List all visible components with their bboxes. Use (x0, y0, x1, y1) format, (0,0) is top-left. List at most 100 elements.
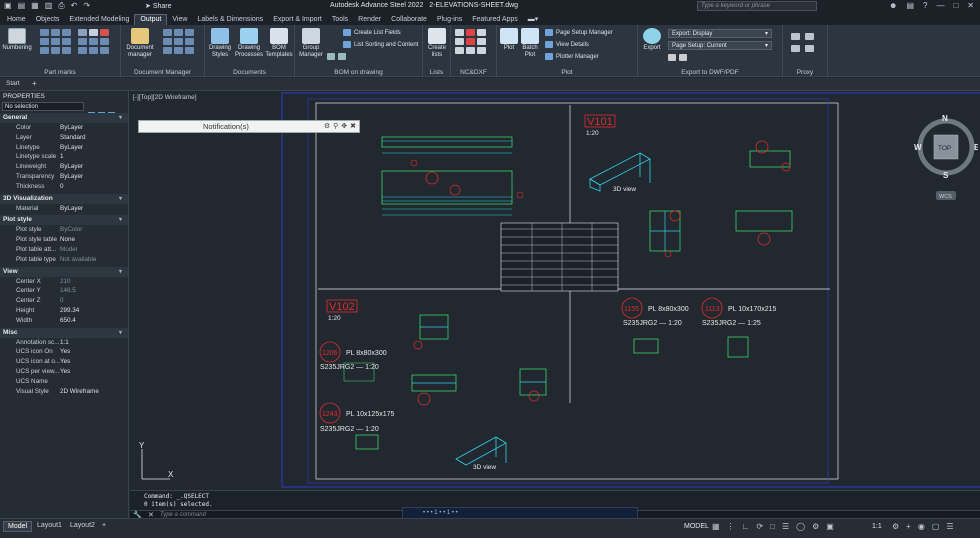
model-space-toggle[interactable]: MODEL (684, 523, 709, 530)
property-value[interactable]: Yes (60, 347, 70, 357)
property-value[interactable]: Model (60, 245, 77, 255)
tab-model[interactable]: Model (3, 521, 33, 532)
snap-icon[interactable]: ⋮ (727, 522, 735, 531)
close-icon[interactable]: ✖ (350, 122, 356, 130)
tab-tools[interactable]: Tools (327, 15, 353, 25)
tab-output[interactable]: Output (134, 14, 168, 25)
property-value[interactable]: 148.5 (60, 286, 76, 296)
group-manager-button[interactable]: Group Manager (297, 28, 325, 59)
numbering-button[interactable]: Numbering (2, 28, 32, 52)
share-button[interactable]: ➤ Share (145, 2, 172, 10)
start-tab[interactable]: Start (6, 80, 20, 87)
property-value[interactable]: None (60, 235, 75, 245)
viewcube-top[interactable]: TOP (938, 145, 951, 152)
save-as-icon[interactable]: ▥ (45, 1, 53, 11)
gear-icon[interactable]: ⚙ (324, 122, 330, 130)
pin-icon[interactable]: ⚲ (333, 122, 338, 130)
transparency-icon[interactable]: ▣ (826, 522, 834, 531)
document-manager-button[interactable]: Document manager (123, 28, 157, 59)
doc-manager-tools[interactable] (163, 29, 194, 54)
property-value[interactable]: ByLayer (60, 204, 83, 214)
export-options-icons[interactable] (668, 54, 687, 61)
ortho-icon[interactable]: ∟ (742, 522, 750, 531)
property-value[interactable]: ByLayer (60, 143, 83, 153)
customize-icon[interactable]: ☰ (946, 522, 953, 531)
property-value[interactable]: ByLayer (60, 172, 83, 182)
tab-featured-apps[interactable]: Featured Apps (467, 15, 523, 25)
part-marks-tools[interactable] (40, 29, 71, 54)
property-row[interactable]: Transparency ByLayer (0, 172, 128, 182)
property-row[interactable]: Annotation sc... 1:1 (0, 338, 128, 348)
add-icon[interactable]: + (906, 522, 911, 531)
maximize-button[interactable]: □ (953, 1, 958, 10)
close-button[interactable]: ✕ (967, 1, 974, 10)
property-value[interactable]: 299.34 (60, 306, 79, 316)
nc-dxf-tools[interactable] (455, 29, 486, 54)
move-icon[interactable]: ✥ (341, 122, 347, 130)
property-row[interactable]: UCS icon On Yes (0, 347, 128, 357)
export-display-dropdown[interactable]: Export: Display ▾ (668, 29, 772, 38)
viewport-label[interactable]: [-][Top][2D Wireframe] (133, 94, 197, 101)
section-plot-style[interactable]: Plot style (0, 215, 128, 226)
section-general[interactable]: General (0, 113, 128, 123)
property-value[interactable]: Standard (60, 133, 86, 143)
create-lists-button[interactable]: Create lists (425, 28, 449, 59)
save-icon[interactable]: ▦ (31, 1, 39, 11)
drawing-styles-button[interactable]: Drawing Styles (207, 28, 233, 59)
tab-plug-ins[interactable]: Plug-ins (432, 15, 467, 25)
drawing-canvas[interactable]: V101 1:20 V102 1:20 3D view 1155 PL 8x80… (130, 91, 980, 518)
property-row[interactable]: Color ByLayer (0, 123, 128, 133)
tab-collaborate[interactable]: Collaborate (386, 15, 432, 25)
property-row[interactable]: Material ByLayer (0, 204, 128, 214)
property-row[interactable]: Height 299.34 (0, 306, 128, 316)
minimize-button[interactable]: — (936, 1, 944, 10)
viewcube[interactable]: TOP N S E W WCS (908, 111, 980, 211)
property-value[interactable]: Not available (60, 255, 96, 265)
cart-icon[interactable]: ▤ (906, 1, 914, 10)
property-row[interactable]: Center Y 148.5 (0, 286, 128, 296)
osnap-icon[interactable]: □ (770, 522, 775, 531)
property-value[interactable]: 0 (60, 296, 64, 306)
workspace-gear-icon[interactable]: ⚙ (892, 522, 899, 531)
tab-export-import[interactable]: Export & Import (268, 15, 327, 25)
isolate-icon[interactable]: ◉ (918, 522, 925, 531)
ribbon-toggle-icon[interactable]: ▬▾ (523, 14, 544, 25)
wcs-menu[interactable]: WCS (939, 194, 952, 200)
property-value[interactable]: ByLayer (60, 162, 83, 172)
property-row[interactable]: Linetype ByLayer (0, 143, 128, 153)
part-marks-tools-2[interactable] (78, 29, 109, 54)
export-button[interactable]: Export (640, 28, 664, 52)
viewcube-east[interactable]: E (974, 143, 980, 152)
grid-icon[interactable]: ▦ (712, 522, 720, 531)
selection-cycling-icon[interactable]: ◯ (796, 522, 805, 531)
selection-dropdown[interactable]: No selection (2, 102, 84, 111)
new-icon[interactable]: ▣ (4, 1, 12, 11)
property-value[interactable]: Yes (60, 367, 70, 377)
property-value[interactable]: 1:1 (60, 338, 69, 348)
property-value[interactable]: 1 (60, 152, 64, 162)
proxy-tools[interactable] (791, 33, 814, 52)
lineweight-icon[interactable]: ☰ (782, 522, 789, 531)
property-row[interactable]: Thickness 0 (0, 182, 128, 192)
notification-bar[interactable]: Notification(s) ⚙ ⚲ ✥ ✖ (138, 120, 360, 133)
undo-icon[interactable]: ↶ (71, 1, 78, 11)
page-setup-manager-button[interactable]: Page Setup Manager (545, 29, 613, 36)
viewcube-north[interactable]: N (942, 114, 948, 123)
bom-tool-icons[interactable] (327, 53, 346, 60)
property-row[interactable]: Plot style ByColor (0, 225, 128, 235)
property-row[interactable]: Width 650.4 (0, 316, 128, 326)
tab-view[interactable]: View (167, 15, 192, 25)
section-3d-visualization[interactable]: 3D Visualization (0, 193, 128, 204)
help-icon[interactable]: ? (923, 1, 927, 10)
property-row[interactable]: Lineweight ByLayer (0, 162, 128, 172)
property-row[interactable]: UCS Name (0, 377, 128, 387)
bom-templates-button[interactable]: BOM Templates (265, 28, 293, 59)
drawing-area[interactable]: V101 1:20 V102 1:20 3D view 1155 PL 8x80… (130, 91, 980, 518)
property-row[interactable]: Visual Style 2D Wireframe (0, 387, 128, 397)
property-row[interactable]: UCS per view... Yes (0, 367, 128, 377)
tab-layout1[interactable]: Layout1 (33, 521, 66, 530)
viewcube-south[interactable]: S (943, 171, 949, 180)
property-value[interactable]: 0 (60, 182, 64, 192)
page-setup-dropdown[interactable]: Page Setup: Current ▾ (668, 41, 772, 50)
annotation-visibility-icon[interactable]: ⚙ (812, 522, 819, 531)
